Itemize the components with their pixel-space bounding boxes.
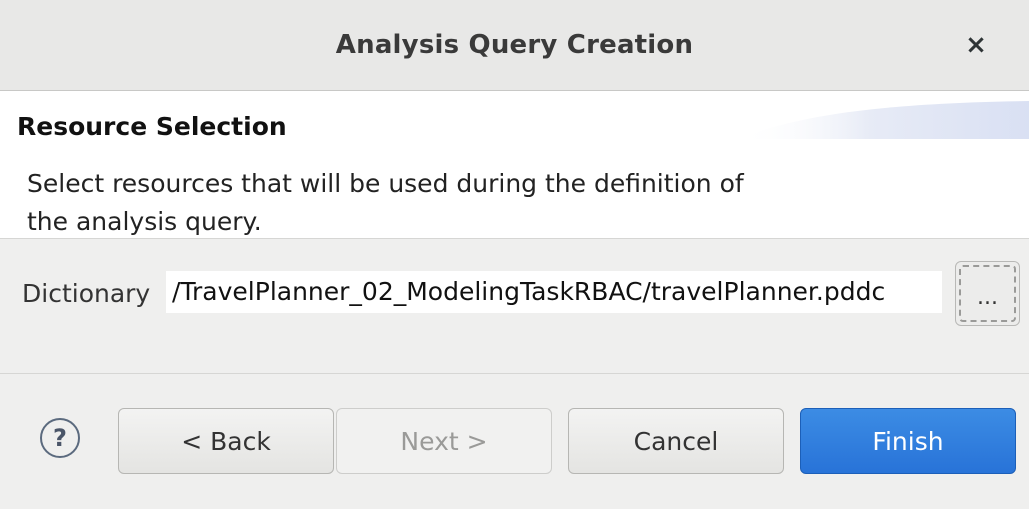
next-button[interactable]: Next > <box>336 408 552 474</box>
wizard-banner: Resource Selection Select resources that… <box>0 91 1029 239</box>
dialog-title: Analysis Query Creation <box>335 30 694 60</box>
finish-button[interactable]: Finish <box>800 408 1016 474</box>
banner-decoration <box>739 101 1029 139</box>
dictionary-field[interactable]: /TravelPlanner_02_ModelingTaskRBAC/trave… <box>166 271 942 313</box>
page-title: Resource Selection <box>17 112 287 141</box>
dictionary-label: Dictionary <box>22 279 151 308</box>
page-description: Select resources that will be used durin… <box>27 169 744 236</box>
button-bar: ? < Back Next > Cancel Finish <box>0 374 1029 509</box>
close-button[interactable]: × <box>961 30 991 60</box>
back-button[interactable]: < Back <box>118 408 334 474</box>
cancel-button[interactable]: Cancel <box>568 408 784 474</box>
close-icon: × <box>965 30 987 60</box>
help-icon[interactable]: ? <box>40 418 80 458</box>
browse-button[interactable]: ... <box>955 261 1020 326</box>
form-area: Dictionary /TravelPlanner_02_ModelingTas… <box>0 239 1029 374</box>
browse-label: ... <box>959 265 1016 322</box>
dialog-window: Analysis Query Creation × Resource Selec… <box>0 0 1029 509</box>
title-bar: Analysis Query Creation × <box>0 0 1029 91</box>
